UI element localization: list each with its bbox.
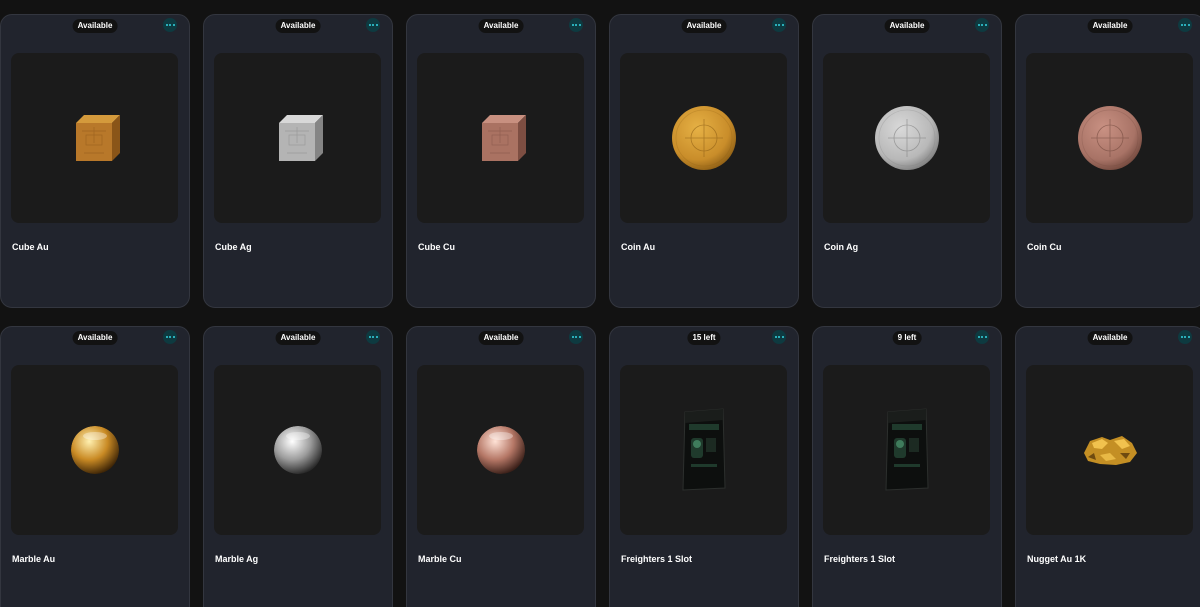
item-preview[interactable] [823, 53, 990, 223]
item-title: Coin Au [621, 242, 656, 252]
availability-badge: Available [884, 19, 930, 33]
item-card[interactable]: Available Coin Ag [812, 14, 1002, 308]
item-preview[interactable] [214, 365, 381, 535]
copper-coin-icon [1077, 105, 1143, 171]
item-card[interactable]: 9 left Freighters 1 Slot [812, 326, 1002, 607]
gold-coin-icon [671, 105, 737, 171]
item-preview[interactable] [823, 365, 990, 535]
item-preview[interactable] [11, 365, 178, 535]
item-preview[interactable] [214, 53, 381, 223]
more-options-icon[interactable] [1178, 330, 1192, 344]
availability-badge: 15 left [687, 331, 721, 345]
item-title: Freighters 1 Slot [621, 554, 693, 564]
availability-badge: 9 left [892, 331, 922, 345]
item-title: Freighters 1 Slot [824, 554, 896, 564]
item-card[interactable]: Available Marble Ag [203, 326, 393, 607]
item-title: Cube Au [12, 242, 49, 252]
more-options-icon[interactable] [569, 330, 583, 344]
item-preview[interactable] [417, 53, 584, 223]
more-options-icon[interactable] [975, 330, 989, 344]
item-preview[interactable] [1026, 365, 1193, 535]
item-preview[interactable] [620, 53, 787, 223]
item-card[interactable]: Available Marble Cu [406, 326, 596, 607]
collection-grid: Available Cube Au Available Cube Ag Avai… [0, 0, 1200, 607]
more-options-icon[interactable] [163, 330, 177, 344]
copper-marble-icon [476, 426, 525, 474]
freighter-pack-icon [679, 408, 729, 492]
item-title: Marble Cu [418, 554, 462, 564]
freighter-pack-icon [882, 408, 932, 492]
item-card[interactable]: Available Coin Cu [1015, 14, 1200, 308]
more-options-icon[interactable] [366, 330, 380, 344]
gold-cube-icon [68, 113, 122, 163]
availability-badge: Available [1087, 19, 1133, 33]
more-options-icon[interactable] [975, 18, 989, 32]
item-card[interactable]: Available Cube Au [0, 14, 190, 308]
more-options-icon[interactable] [772, 330, 786, 344]
more-options-icon[interactable] [1178, 18, 1192, 32]
item-card[interactable]: Available Cube Ag [203, 14, 393, 308]
item-title: Marble Ag [215, 554, 259, 564]
availability-badge: Available [681, 19, 727, 33]
more-options-icon[interactable] [163, 18, 177, 32]
availability-badge: Available [478, 331, 524, 345]
item-card[interactable]: Available Marble Au [0, 326, 190, 607]
item-preview[interactable] [11, 53, 178, 223]
item-card[interactable]: Available Cube Cu [406, 14, 596, 308]
silver-coin-icon [874, 105, 940, 171]
item-card[interactable]: 15 left Freighters 1 Slot [609, 326, 799, 607]
item-preview[interactable] [620, 365, 787, 535]
item-preview[interactable] [1026, 53, 1193, 223]
item-card[interactable]: Available Coin Au [609, 14, 799, 308]
copper-cube-icon [474, 113, 528, 163]
more-options-icon[interactable] [569, 18, 583, 32]
availability-badge: Available [72, 331, 118, 345]
gold-nugget-icon [1080, 431, 1140, 469]
availability-badge: Available [478, 19, 524, 33]
item-preview[interactable] [417, 365, 584, 535]
silver-marble-icon [273, 426, 322, 474]
item-title: Cube Cu [418, 242, 455, 252]
item-title: Cube Ag [215, 242, 252, 252]
availability-badge: Available [72, 19, 118, 33]
availability-badge: Available [275, 331, 321, 345]
more-options-icon[interactable] [772, 18, 786, 32]
item-title: Coin Cu [1027, 242, 1062, 252]
more-options-icon[interactable] [366, 18, 380, 32]
availability-badge: Available [1087, 331, 1133, 345]
item-title: Coin Ag [824, 242, 859, 252]
silver-cube-icon [271, 113, 325, 163]
gold-marble-icon [70, 426, 119, 474]
item-title: Nugget Au 1K [1027, 554, 1087, 564]
availability-badge: Available [275, 19, 321, 33]
item-title: Marble Au [12, 554, 56, 564]
item-card[interactable]: Available Nugget Au 1K [1015, 326, 1200, 607]
